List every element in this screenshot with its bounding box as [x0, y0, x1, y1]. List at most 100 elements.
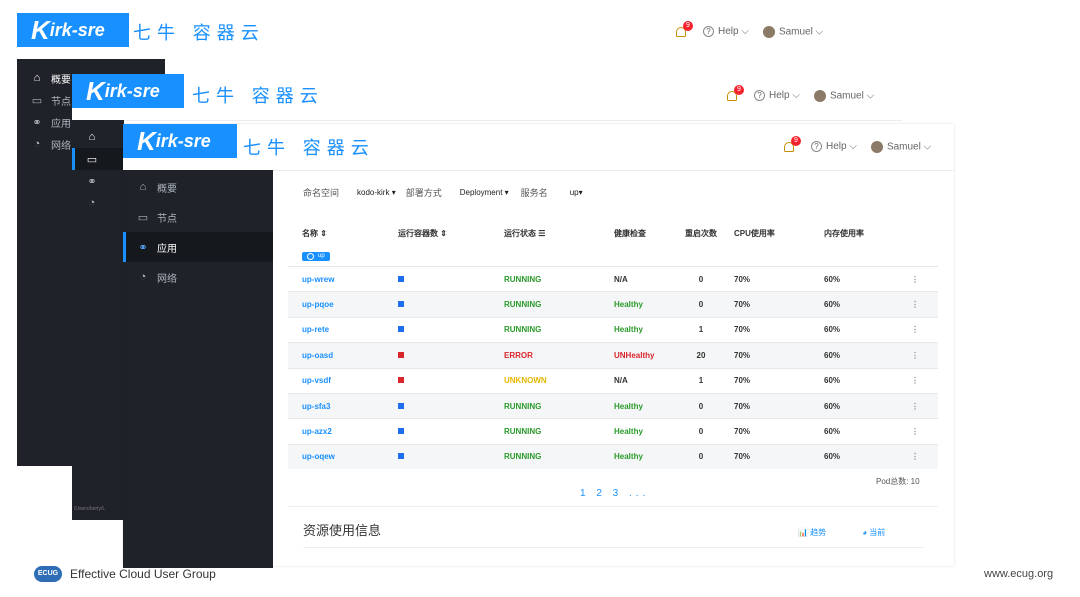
logo-text: irk-sre: [155, 130, 211, 151]
col-name[interactable]: 名称 ⇕: [288, 228, 398, 239]
table-row: up-oasd ERROR UNHealthy 20 70% 60% ⋮: [288, 342, 938, 368]
col-cpu: CPU使用率: [734, 228, 775, 238]
more-icon[interactable]: ⋮: [900, 402, 930, 411]
mem-usage: 60%: [824, 452, 841, 462]
app-name-link[interactable]: up-rete: [288, 325, 398, 334]
help-menu[interactable]: ? Help ⌵: [754, 90, 800, 102]
namespace-select[interactable]: kodo-kirk ▾: [357, 188, 396, 197]
user-menu[interactable]: Samuel ⌵: [870, 141, 931, 153]
app-name-link[interactable]: up-vsdf: [288, 376, 398, 385]
network-icon: ◔: [88, 197, 96, 209]
logo[interactable]: Kirk-sre: [72, 74, 184, 108]
pagination[interactable]: 1 2 3 ...: [580, 488, 649, 499]
table-row: up-vsdf UNKNOWN N/A 1 70% 60% ⋮: [288, 367, 938, 393]
table-header: 名称 ⇕ 运行容器数 ⇕ 运行状态 ☰ 健康检查 重启次数 CPU使用率 内存使…: [288, 220, 938, 246]
sidebar-item-label: 节点: [157, 213, 177, 225]
restart-count: 0: [698, 274, 704, 284]
table-row: up-wrew RUNNING N/A 0 70% 60% ⋮: [288, 266, 938, 291]
sidebar-item-apps[interactable]: ⚭: [72, 170, 124, 192]
help-menu[interactable]: ? Help ⌵: [811, 141, 857, 153]
sidebar-item-nodes[interactable]: ▭: [72, 148, 124, 170]
container-indicator: [398, 300, 504, 309]
current-tab[interactable]: ◕ 当前: [862, 527, 885, 538]
more-icon[interactable]: ⋮: [900, 351, 930, 360]
cpu-usage: 70%: [734, 452, 751, 462]
logo-k: K: [137, 125, 156, 156]
col-health: 健康检查: [614, 228, 646, 238]
notification-count: 9: [734, 85, 744, 95]
status-badge: RUNNING: [504, 452, 542, 462]
toolbar-back-1: 9 ? Help ⌵ Samuel ⌵: [675, 21, 823, 39]
container-indicator: [398, 402, 504, 411]
more-icon[interactable]: ⋮: [900, 452, 930, 461]
bell-icon[interactable]: 9: [675, 21, 693, 39]
service-label: 服务名: [520, 188, 548, 198]
apps-icon: ⚭: [87, 175, 97, 188]
more-icon[interactable]: ⋮: [900, 376, 930, 385]
cpu-usage: 70%: [734, 401, 751, 411]
app-name-link[interactable]: up-oasd: [288, 351, 398, 360]
sidebar-item-network[interactable]: ◔ 网络: [123, 262, 273, 292]
health-status: UNHealthy: [614, 350, 655, 360]
container-indicator: [398, 376, 504, 385]
help-icon: ?: [754, 90, 765, 102]
avatar: [813, 90, 826, 102]
user-menu[interactable]: Samuel ⌵: [813, 90, 874, 102]
sidebar-item-overview[interactable]: ⌂: [72, 126, 124, 148]
more-icon[interactable]: ⋮: [900, 325, 930, 334]
logo[interactable]: Kirk-sre: [123, 124, 237, 158]
app-name-link[interactable]: up-oqew: [288, 452, 398, 461]
sidebar-item-label: 网络: [157, 273, 177, 285]
container-indicator: [398, 351, 504, 360]
col-containers[interactable]: 运行容器数 ⇕: [398, 228, 504, 239]
sidebar-item-label: 节点: [51, 96, 71, 108]
container-square: [398, 326, 404, 333]
brand-title: 七牛 容器云: [243, 138, 375, 159]
notification-count: 9: [791, 136, 801, 146]
more-icon[interactable]: ⋮: [900, 300, 930, 309]
user-menu[interactable]: Samuel ⌵: [762, 26, 823, 38]
table-row: up-azx2 RUNNING Healthy 0 70% 60% ⋮: [288, 418, 938, 443]
help-label: Help ⌵: [718, 26, 749, 38]
more-icon[interactable]: ⋮: [900, 427, 930, 436]
expand-toggle[interactable]: up: [302, 251, 330, 261]
bell-icon[interactable]: 9: [783, 136, 801, 154]
sidebar-item-label: 网络: [51, 140, 71, 152]
app-name-link[interactable]: up-azx2: [288, 427, 398, 436]
table-body: up-wrew RUNNING N/A 0 70% 60% ⋮ up-pqoe RUNNING H…: [288, 266, 938, 470]
col-status[interactable]: 运行状态 ☰: [504, 228, 614, 239]
container-square: [398, 453, 404, 460]
app-name-link[interactable]: up-sfa3: [288, 402, 398, 411]
bell-icon[interactable]: 9: [726, 85, 744, 103]
mem-usage: 60%: [824, 325, 841, 335]
mem-usage: 60%: [824, 427, 841, 437]
help-icon: ?: [703, 26, 714, 38]
help-menu[interactable]: ? Help ⌵: [703, 26, 749, 38]
more-icon[interactable]: ⋮: [900, 275, 930, 284]
sidebar-item-nodes[interactable]: ▭ 节点: [123, 202, 273, 232]
logo[interactable]: Kirk-sre: [17, 13, 129, 47]
container-square: [398, 275, 404, 282]
resource-tabs: 📊 趋势 ◕ 当前: [798, 527, 885, 538]
brand-title: 七牛 容器云: [133, 23, 265, 44]
sidebar-item-overview[interactable]: ⌂ 概要: [123, 172, 273, 202]
sidebar-back-2: ⌂ ▭ ⚭ ◔: [72, 120, 124, 520]
health-status: N/A: [614, 274, 628, 284]
deploy-select[interactable]: Deployment ▾: [460, 188, 509, 197]
app-name-link[interactable]: up-wrew: [288, 275, 398, 284]
health-status: Healthy: [614, 401, 643, 411]
service-select[interactable]: up▾: [570, 188, 583, 197]
sidebar-item-network[interactable]: ◔: [72, 192, 124, 214]
help-icon: ?: [811, 141, 822, 153]
filter-bar: 命名空间 kodo-kirk ▾ 部署方式 Deployment ▾ 服务名 u…: [303, 186, 583, 199]
sidebar-item-label: 应用: [157, 243, 177, 255]
app-name-link[interactable]: up-pqoe: [288, 300, 398, 309]
resource-title: 资源使用信息: [303, 523, 382, 538]
restart-count: 1: [698, 376, 704, 386]
cpu-usage: 70%: [734, 376, 751, 386]
container-square: [398, 351, 404, 358]
sidebar-item-label: 应用: [51, 118, 71, 130]
status-badge: RUNNING: [504, 300, 542, 310]
sidebar-item-apps[interactable]: ⚭ 应用: [123, 232, 273, 262]
trend-tab[interactable]: 📊 趋势: [798, 527, 826, 538]
